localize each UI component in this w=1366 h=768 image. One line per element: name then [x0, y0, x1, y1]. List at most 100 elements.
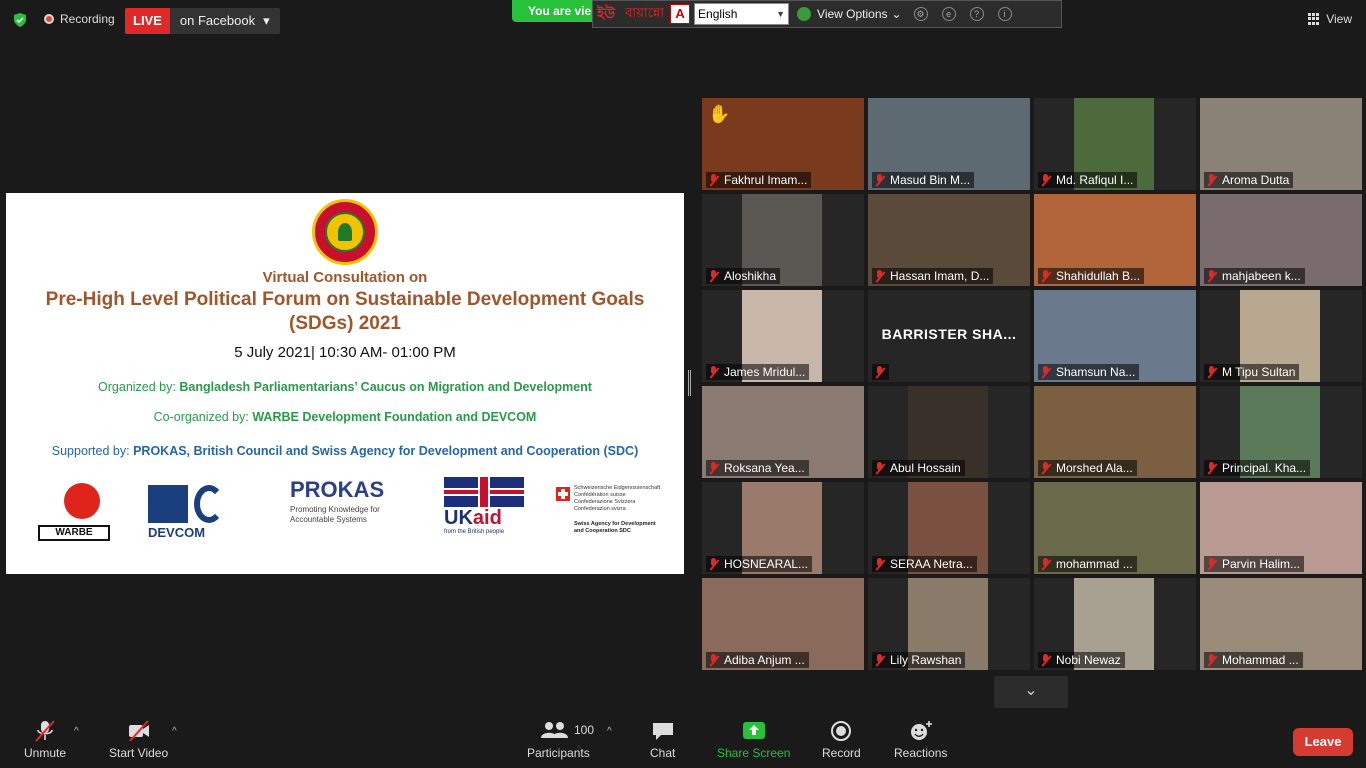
- raised-hand-icon: ✋: [708, 104, 731, 124]
- muted-microphone-icon: [874, 173, 885, 187]
- participant-tile[interactable]: Abul Hossain: [868, 386, 1030, 478]
- participants-count: 100: [574, 723, 595, 737]
- participant-name: Lily Rawshan: [890, 653, 962, 667]
- chat-icon: [652, 723, 673, 740]
- muted-microphone-icon: [874, 365, 885, 379]
- participant-tile[interactable]: mohammad ...: [1034, 482, 1196, 574]
- participant-tile[interactable]: Aloshikha: [702, 194, 864, 286]
- participant-tile[interactable]: ✋ Fakhrul Imam...: [702, 98, 864, 190]
- language-value: English: [698, 7, 738, 21]
- participant-tile[interactable]: Shahidullah B...: [1034, 194, 1196, 286]
- recording-indicator[interactable]: Recording: [44, 12, 115, 26]
- muted-microphone-icon: [1040, 653, 1051, 667]
- reactions-label: Reactions: [894, 746, 948, 760]
- participant-tile[interactable]: Masud Bin M...: [868, 98, 1030, 190]
- split-view-divider[interactable]: [688, 370, 691, 396]
- participant-tile[interactable]: SERAA Netra...: [868, 482, 1030, 574]
- muted-microphone-icon: [1206, 365, 1217, 379]
- supported-value: PROKAS, British Council and Swiss Agency…: [133, 444, 639, 458]
- participant-tile[interactable]: Hassan Imam, D...: [868, 194, 1030, 286]
- top-bar: Recording LIVE on Facebook ▾ You are vie…: [0, 0, 1366, 40]
- participant-tile[interactable]: Parvin Halim...: [1200, 482, 1362, 574]
- slide-heading: Virtual Consultation on: [262, 269, 428, 286]
- participant-name-tag: Shahidullah B...: [1038, 268, 1145, 284]
- help-icon[interactable]: ?: [969, 7, 984, 21]
- audio-options-caret-icon[interactable]: ^: [74, 726, 79, 737]
- ime-name: বায়ান্নো: [625, 4, 665, 20]
- warbe-logo: WARBE: [34, 477, 116, 545]
- participant-tile[interactable]: Mohammad ...: [1200, 578, 1362, 670]
- participant-name: Abul Hossain: [890, 461, 961, 475]
- info-icon[interactable]: i: [997, 7, 1012, 21]
- reactions-button[interactable]: Reactions: [894, 720, 947, 760]
- ime-a-icon[interactable]: A: [670, 4, 691, 24]
- muted-microphone-icon: [708, 557, 719, 571]
- participant-tile[interactable]: BARRISTER SHA...: [868, 290, 1030, 382]
- participant-name-tag: Principal. Kha...: [1204, 460, 1311, 476]
- participant-tile[interactable]: Roksana Yea...: [702, 386, 864, 478]
- shield-icon[interactable]: [12, 12, 28, 28]
- start-video-button[interactable]: Start Video: [109, 720, 168, 760]
- participant-name-tag: James Mridul...: [706, 364, 810, 380]
- unmute-button[interactable]: Unmute: [24, 720, 66, 760]
- muted-microphone-icon: [708, 461, 719, 475]
- leave-button[interactable]: Leave: [1293, 728, 1353, 756]
- participant-tile[interactable]: Nobi Newaz: [1034, 578, 1196, 670]
- share-screen-button[interactable]: Share Screen: [717, 720, 790, 760]
- participant-tile[interactable]: Morshed Ala...: [1034, 386, 1196, 478]
- language-select[interactable]: English ▼: [694, 3, 790, 25]
- share-screen-icon: [742, 722, 765, 739]
- participant-tile[interactable]: mahjabeen k...: [1200, 194, 1362, 286]
- participant-tile[interactable]: Adiba Anjum ...: [702, 578, 864, 670]
- participant-tile[interactable]: Aroma Dutta: [1200, 98, 1362, 190]
- participant-name: Mohammad ...: [1222, 653, 1299, 667]
- participant-name-tag: Abul Hossain: [872, 460, 965, 476]
- muted-microphone-icon: [1206, 653, 1217, 667]
- participant-gallery: ✋ Fakhrul Imam... Masud Bin M... Md. Rafiqu…: [700, 98, 1364, 672]
- recording-label: Recording: [60, 12, 115, 26]
- record-button[interactable]: Record: [822, 720, 861, 760]
- participant-name-tag: mahjabeen k...: [1204, 268, 1305, 284]
- gallery-next-page-button[interactable]: ⌄: [994, 676, 1068, 708]
- participant-name: Masud Bin M...: [890, 173, 971, 187]
- muted-microphone-icon: [708, 269, 719, 283]
- participant-tile[interactable]: Lily Rawshan: [868, 578, 1030, 670]
- participant-name: SERAA Netra...: [890, 557, 973, 571]
- participant-tile[interactable]: Shamsun Na...: [1034, 290, 1196, 382]
- participant-name: Principal. Kha...: [1222, 461, 1307, 475]
- emoji-plus-icon: [910, 721, 932, 740]
- globe-icon[interactable]: [797, 7, 812, 21]
- settings-icon[interactable]: ⚙: [913, 7, 928, 21]
- start-video-label: Start Video: [109, 746, 169, 760]
- muted-microphone-icon: [874, 653, 885, 667]
- ime-toolbar: ইউ বায়ান্নো A English ▼ View Options ⌄ …: [592, 0, 1062, 28]
- view-options-button[interactable]: View Options ⌄: [817, 7, 902, 21]
- muted-microphone-icon: [1040, 173, 1051, 187]
- coorganized-label: Co-organized by:: [153, 410, 249, 424]
- live-stream-indicator[interactable]: LIVE on Facebook ▾: [125, 8, 280, 34]
- participant-name-tag: Fakhrul Imam...: [706, 172, 812, 188]
- participant-name: mohammad ...: [1056, 557, 1133, 571]
- muted-microphone-icon: [1206, 461, 1217, 475]
- participant-name: Shamsun Na...: [1056, 365, 1136, 379]
- participant-name: Hassan Imam, D...: [890, 269, 990, 283]
- record-icon: [831, 721, 852, 741]
- live-platform-dropdown[interactable]: on Facebook ▾: [169, 8, 280, 34]
- participant-name-tag: M Tipu Sultan: [1204, 364, 1300, 380]
- participant-tile[interactable]: M Tipu Sultan: [1200, 290, 1362, 382]
- video-options-caret-icon[interactable]: ^: [172, 726, 177, 737]
- muted-microphone-icon: [35, 720, 55, 742]
- view-button[interactable]: View: [1308, 12, 1352, 26]
- chevron-down-icon: ⌄: [891, 7, 902, 21]
- participant-name: Md. Rafiqul I...: [1056, 173, 1134, 187]
- browser-icon[interactable]: e: [941, 7, 956, 21]
- participant-tile[interactable]: James Mridul...: [702, 290, 864, 382]
- participant-name-tag: Morshed Ala...: [1038, 460, 1137, 476]
- participant-tile[interactable]: Principal. Kha...: [1200, 386, 1362, 478]
- share-screen-label: Share Screen: [717, 746, 791, 760]
- participant-tile[interactable]: Md. Rafiqul I...: [1034, 98, 1196, 190]
- participants-options-caret-icon[interactable]: ^: [607, 726, 612, 737]
- coorganized-value: WARBE Development Foundation and DEVCOM: [252, 410, 537, 424]
- participant-tile[interactable]: HOSNEARAL...: [702, 482, 864, 574]
- chat-button[interactable]: Chat: [650, 720, 675, 760]
